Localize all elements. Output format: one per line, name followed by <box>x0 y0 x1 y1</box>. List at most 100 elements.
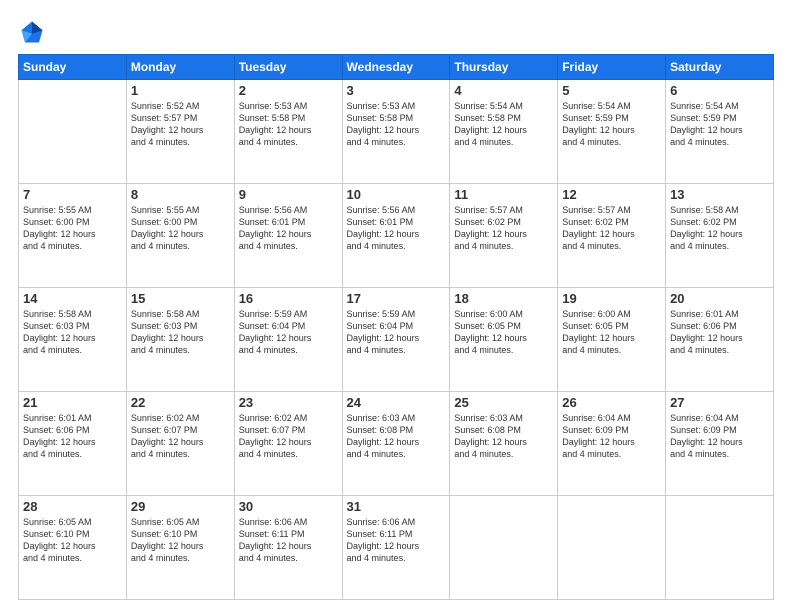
day-info: Sunrise: 6:05 AM Sunset: 6:10 PM Dayligh… <box>131 516 230 565</box>
day-number: 26 <box>562 395 661 410</box>
calendar-week-row: 28 Sunrise: 6:05 AM Sunset: 6:10 PM Dayli… <box>19 496 774 600</box>
day-info: Sunrise: 6:03 AM Sunset: 6:08 PM Dayligh… <box>454 412 553 461</box>
calendar-cell: 29 Sunrise: 6:05 AM Sunset: 6:10 PM Dayli… <box>126 496 234 600</box>
day-number: 2 <box>239 83 338 98</box>
day-number: 22 <box>131 395 230 410</box>
day-info: Sunrise: 5:52 AM Sunset: 5:57 PM Dayligh… <box>131 100 230 149</box>
calendar-cell: 22 Sunrise: 6:02 AM Sunset: 6:07 PM Dayli… <box>126 392 234 496</box>
calendar-cell: 7 Sunrise: 5:55 AM Sunset: 6:00 PM Daylig… <box>19 184 127 288</box>
calendar-cell: 24 Sunrise: 6:03 AM Sunset: 6:08 PM Dayli… <box>342 392 450 496</box>
day-info: Sunrise: 6:01 AM Sunset: 6:06 PM Dayligh… <box>670 308 769 357</box>
day-info: Sunrise: 5:55 AM Sunset: 6:00 PM Dayligh… <box>131 204 230 253</box>
calendar-cell: 8 Sunrise: 5:55 AM Sunset: 6:00 PM Daylig… <box>126 184 234 288</box>
calendar-cell: 2 Sunrise: 5:53 AM Sunset: 5:58 PM Daylig… <box>234 80 342 184</box>
header <box>18 18 774 46</box>
day-info: Sunrise: 5:55 AM Sunset: 6:00 PM Dayligh… <box>23 204 122 253</box>
calendar-header-thursday: Thursday <box>450 55 558 80</box>
day-info: Sunrise: 6:02 AM Sunset: 6:07 PM Dayligh… <box>239 412 338 461</box>
day-number: 9 <box>239 187 338 202</box>
day-number: 27 <box>670 395 769 410</box>
day-number: 13 <box>670 187 769 202</box>
day-number: 10 <box>347 187 446 202</box>
calendar-week-row: 21 Sunrise: 6:01 AM Sunset: 6:06 PM Dayli… <box>19 392 774 496</box>
day-number: 29 <box>131 499 230 514</box>
day-info: Sunrise: 5:59 AM Sunset: 6:04 PM Dayligh… <box>239 308 338 357</box>
calendar-header-sunday: Sunday <box>19 55 127 80</box>
calendar-week-row: 14 Sunrise: 5:58 AM Sunset: 6:03 PM Dayli… <box>19 288 774 392</box>
day-number: 19 <box>562 291 661 306</box>
calendar-cell <box>558 496 666 600</box>
day-number: 3 <box>347 83 446 98</box>
day-number: 1 <box>131 83 230 98</box>
day-info: Sunrise: 6:01 AM Sunset: 6:06 PM Dayligh… <box>23 412 122 461</box>
day-number: 11 <box>454 187 553 202</box>
day-info: Sunrise: 5:54 AM Sunset: 5:59 PM Dayligh… <box>670 100 769 149</box>
day-info: Sunrise: 6:02 AM Sunset: 6:07 PM Dayligh… <box>131 412 230 461</box>
calendar-cell: 5 Sunrise: 5:54 AM Sunset: 5:59 PM Daylig… <box>558 80 666 184</box>
calendar-cell: 4 Sunrise: 5:54 AM Sunset: 5:58 PM Daylig… <box>450 80 558 184</box>
calendar-cell: 3 Sunrise: 5:53 AM Sunset: 5:58 PM Daylig… <box>342 80 450 184</box>
calendar-header-monday: Monday <box>126 55 234 80</box>
calendar-cell <box>450 496 558 600</box>
day-number: 28 <box>23 499 122 514</box>
calendar-week-row: 1 Sunrise: 5:52 AM Sunset: 5:57 PM Daylig… <box>19 80 774 184</box>
day-number: 14 <box>23 291 122 306</box>
logo-icon <box>18 18 46 46</box>
calendar-cell: 28Sunrise: 6:05 AM Sunset: 6:10 PM Dayli… <box>19 496 127 600</box>
logo <box>18 18 50 46</box>
day-number: 23 <box>239 395 338 410</box>
calendar-cell <box>666 496 774 600</box>
calendar-cell: 9 Sunrise: 5:56 AM Sunset: 6:01 PM Daylig… <box>234 184 342 288</box>
day-info: Sunrise: 5:57 AM Sunset: 6:02 PM Dayligh… <box>454 204 553 253</box>
calendar-cell: 23 Sunrise: 6:02 AM Sunset: 6:07 PM Dayli… <box>234 392 342 496</box>
calendar-cell: 11 Sunrise: 5:57 AM Sunset: 6:02 PM Dayli… <box>450 184 558 288</box>
day-info: Sunrise: 5:58 AM Sunset: 6:03 PM Dayligh… <box>131 308 230 357</box>
calendar-cell: 21 Sunrise: 6:01 AM Sunset: 6:06 PM Dayli… <box>19 392 127 496</box>
calendar-cell: 20Sunrise: 6:01 AM Sunset: 6:06 PM Dayli… <box>666 288 774 392</box>
day-info: Sunrise: 6:00 AM Sunset: 6:05 PM Dayligh… <box>454 308 553 357</box>
calendar-cell: 27 Sunrise: 6:04 AM Sunset: 6:09 PM Dayli… <box>666 392 774 496</box>
calendar-cell: 18 Sunrise: 6:00 AM Sunset: 6:05 PM Dayli… <box>450 288 558 392</box>
calendar-cell: 26 Sunrise: 6:04 AM Sunset: 6:09 PM Dayli… <box>558 392 666 496</box>
calendar-cell: 13 Sunrise: 5:58 AM Sunset: 6:02 PM Dayli… <box>666 184 774 288</box>
calendar-header-friday: Friday <box>558 55 666 80</box>
calendar-cell: 12Sunrise: 5:57 AM Sunset: 6:02 PM Dayli… <box>558 184 666 288</box>
calendar-header-tuesday: Tuesday <box>234 55 342 80</box>
day-number: 21 <box>23 395 122 410</box>
calendar-cell: 16Sunrise: 5:59 AM Sunset: 6:04 PM Dayli… <box>234 288 342 392</box>
calendar-cell <box>19 80 127 184</box>
day-number: 4 <box>454 83 553 98</box>
day-number: 8 <box>131 187 230 202</box>
day-info: Sunrise: 6:03 AM Sunset: 6:08 PM Dayligh… <box>347 412 446 461</box>
calendar-table: SundayMondayTuesdayWednesdayThursdayFrid… <box>18 54 774 600</box>
day-info: Sunrise: 5:56 AM Sunset: 6:01 PM Dayligh… <box>347 204 446 253</box>
calendar-cell: 17Sunrise: 5:59 AM Sunset: 6:04 PM Dayli… <box>342 288 450 392</box>
calendar-cell: 19 Sunrise: 6:00 AM Sunset: 6:05 PM Dayli… <box>558 288 666 392</box>
day-info: Sunrise: 5:56 AM Sunset: 6:01 PM Dayligh… <box>239 204 338 253</box>
day-number: 7 <box>23 187 122 202</box>
calendar-cell: 25 Sunrise: 6:03 AM Sunset: 6:08 PM Dayli… <box>450 392 558 496</box>
calendar-header-wednesday: Wednesday <box>342 55 450 80</box>
day-info: Sunrise: 5:54 AM Sunset: 5:59 PM Dayligh… <box>562 100 661 149</box>
day-info: Sunrise: 6:04 AM Sunset: 6:09 PM Dayligh… <box>562 412 661 461</box>
calendar-header-saturday: Saturday <box>666 55 774 80</box>
day-info: Sunrise: 6:00 AM Sunset: 6:05 PM Dayligh… <box>562 308 661 357</box>
day-number: 18 <box>454 291 553 306</box>
day-number: 25 <box>454 395 553 410</box>
day-info: Sunrise: 6:04 AM Sunset: 6:09 PM Dayligh… <box>670 412 769 461</box>
calendar-header-row: SundayMondayTuesdayWednesdayThursdayFrid… <box>19 55 774 80</box>
day-number: 30 <box>239 499 338 514</box>
day-info: Sunrise: 5:53 AM Sunset: 5:58 PM Dayligh… <box>347 100 446 149</box>
calendar-cell: 6Sunrise: 5:54 AM Sunset: 5:59 PM Daylig… <box>666 80 774 184</box>
day-info: Sunrise: 5:58 AM Sunset: 6:03 PM Dayligh… <box>23 308 122 357</box>
day-info: Sunrise: 5:53 AM Sunset: 5:58 PM Dayligh… <box>239 100 338 149</box>
calendar-cell: 14 Sunrise: 5:58 AM Sunset: 6:03 PM Dayli… <box>19 288 127 392</box>
day-info: Sunrise: 6:06 AM Sunset: 6:11 PM Dayligh… <box>347 516 446 565</box>
calendar-cell: 31Sunrise: 6:06 AM Sunset: 6:11 PM Dayli… <box>342 496 450 600</box>
day-info: Sunrise: 5:54 AM Sunset: 5:58 PM Dayligh… <box>454 100 553 149</box>
day-number: 5 <box>562 83 661 98</box>
day-number: 24 <box>347 395 446 410</box>
day-info: Sunrise: 5:58 AM Sunset: 6:02 PM Dayligh… <box>670 204 769 253</box>
calendar-cell: 30Sunrise: 6:06 AM Sunset: 6:11 PM Dayli… <box>234 496 342 600</box>
day-info: Sunrise: 5:59 AM Sunset: 6:04 PM Dayligh… <box>347 308 446 357</box>
